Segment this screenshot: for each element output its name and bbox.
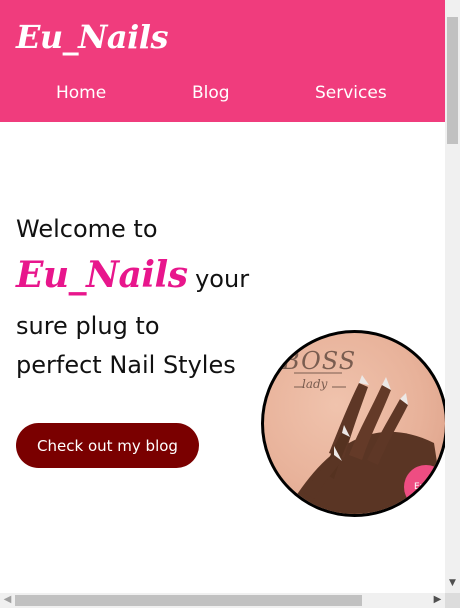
horizontal-scrollbar[interactable]: ◀ ▶ (0, 593, 445, 608)
site-header: Eu_Nails Home Blog Services (0, 0, 445, 122)
nav-blog-link[interactable]: Blog (192, 83, 230, 103)
site-logo[interactable]: Eu_Nails (16, 18, 168, 56)
hero-line-styles: perfect Nail Styles (16, 351, 236, 379)
hero-line-brand: Eu_Nails your (16, 254, 249, 296)
vertical-scrollbar[interactable]: ▼ (445, 0, 460, 593)
vertical-scroll-thumb[interactable] (447, 17, 458, 144)
horizontal-scroll-thumb[interactable] (15, 595, 362, 606)
chevron-left-icon[interactable]: ◀ (2, 594, 13, 605)
hero-line-welcome: Welcome to (16, 215, 158, 243)
nav-home-link[interactable]: Home (56, 83, 106, 103)
chevron-right-icon[interactable]: ▶ (432, 594, 443, 605)
photo-badge: Eu (404, 465, 445, 509)
nav-services-link[interactable]: Services (315, 83, 387, 103)
blog-cta-button[interactable]: Check out my blog (16, 423, 199, 468)
hero-line-plug: sure plug to (16, 312, 160, 340)
chevron-down-icon[interactable]: ▼ (447, 578, 458, 590)
scrollbar-corner (445, 593, 460, 608)
nails-photo: BOSS lady Eu (261, 330, 445, 517)
page-viewport: Eu_Nails Home Blog Services Welcome to E… (0, 0, 445, 593)
hero-line-your: your (187, 265, 250, 293)
hero-brand-name: Eu_Nails (16, 254, 188, 296)
